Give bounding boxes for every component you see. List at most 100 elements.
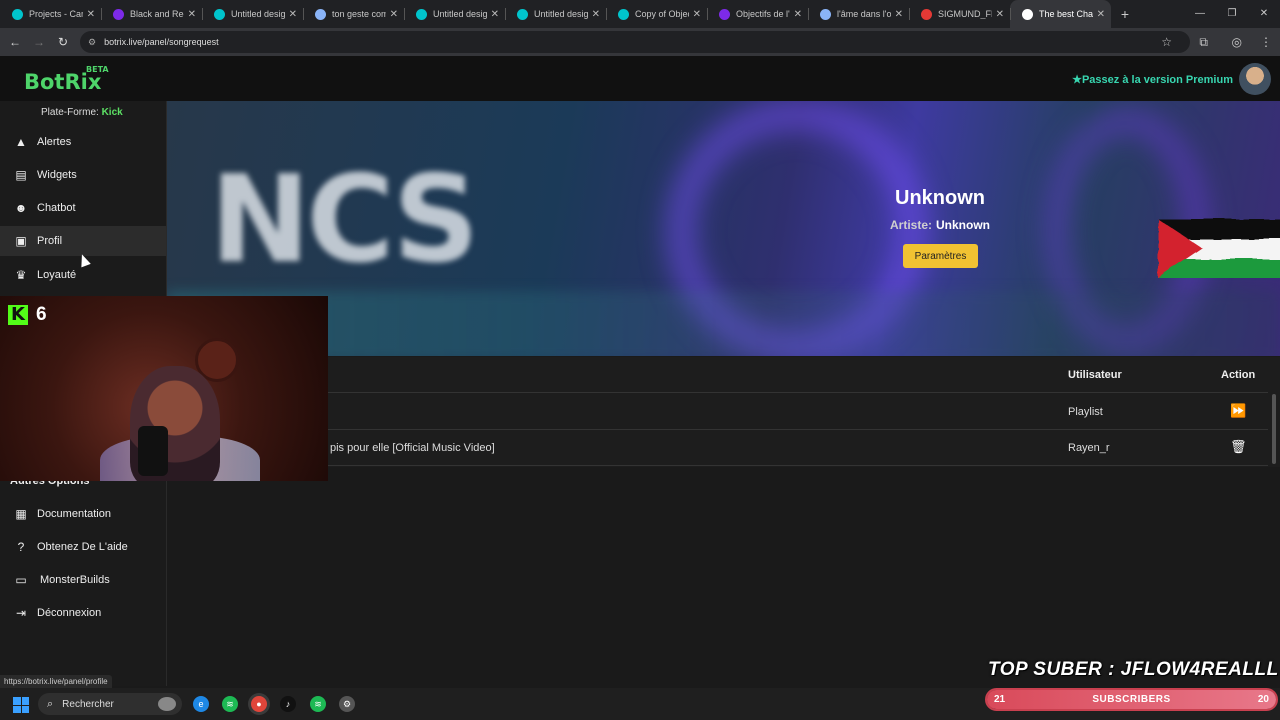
botrix-logo[interactable]: BotRix BETA xyxy=(24,65,109,94)
kick-logo-icon: K xyxy=(8,305,28,325)
platform-label: Plate-Forme: xyxy=(41,107,99,118)
sidebar-item-label: Documentation xyxy=(37,508,111,520)
reload-icon[interactable]: ↻ xyxy=(51,35,75,49)
tab-close-icon[interactable]: ✕ xyxy=(390,9,398,20)
tab-close-icon[interactable]: ✕ xyxy=(693,9,701,20)
browser-tab[interactable]: Projects - Canva ✕ xyxy=(0,0,101,28)
tab-close-icon[interactable]: ✕ xyxy=(794,9,802,20)
spotify-icon-2[interactable]: ≋ xyxy=(310,696,326,712)
tab-close-icon[interactable]: ✕ xyxy=(592,9,600,20)
tab-close-icon[interactable]: ✕ xyxy=(996,9,1004,20)
status-url: https://botrix.live/panel/profile xyxy=(0,675,112,688)
sidebar-item-label: MonsterBuilds xyxy=(40,574,110,586)
sidebar-item-chatbot[interactable]: ☻ Chatbot xyxy=(0,193,166,223)
tiktok-icon[interactable]: ♪ xyxy=(280,696,296,712)
top-subscriber-banner: TOP SUBER : JFLOW4REALLL xyxy=(988,659,1279,680)
song-queue-table: Utilisateur Action Playlist ⏩ pis pour e… xyxy=(167,357,1280,467)
premium-link[interactable]: ★Passez à la version Premium xyxy=(1072,73,1233,86)
browser-tab[interactable]: Untitled design ✕ xyxy=(505,0,606,28)
tab-close-icon[interactable]: ✕ xyxy=(1097,9,1105,20)
sidebar-item-help[interactable]: ? Obtenez De L'aide xyxy=(0,532,166,562)
skip-forward-icon[interactable]: ⏩ xyxy=(1230,403,1246,419)
settings-button[interactable]: Paramètres xyxy=(903,244,978,268)
close-window-icon[interactable]: ✕ xyxy=(1248,0,1280,28)
sidebar-item-label: Obtenez De L'aide xyxy=(37,541,128,553)
tab-close-icon[interactable]: ✕ xyxy=(87,9,95,20)
robot-icon: ☻ xyxy=(14,201,28,215)
back-icon[interactable]: ← xyxy=(3,35,27,49)
artist-value: Unknown xyxy=(936,218,990,232)
app-icon[interactable]: ⚙ xyxy=(339,696,355,712)
search-placeholder: Rechercher xyxy=(62,698,114,710)
url-text: botrix.live/panel/songrequest xyxy=(104,37,219,47)
chrome-icon[interactable]: ● xyxy=(251,696,267,712)
tab-label: Untitled design xyxy=(534,9,588,19)
address-bar: ← → ↻ ⚙ botrix.live/panel/songrequest ☆ … xyxy=(0,28,1280,56)
taskbar-search[interactable]: ⌕ Rechercher xyxy=(38,693,182,715)
id-card-icon: ▣ xyxy=(15,234,27,248)
browser-tab[interactable]: l'âme dans l'o ✕ xyxy=(808,0,909,28)
user-avatar[interactable] xyxy=(1239,63,1271,95)
browser-menu-icon[interactable]: ⋮ xyxy=(1260,35,1272,49)
browser-tab[interactable]: Black and Red ✕ xyxy=(101,0,202,28)
premium-label: Passez à la version Premium xyxy=(1081,74,1233,86)
tab-label: l'âme dans l'o xyxy=(837,9,891,19)
browser-tab-strip: Projects - Canva✕Black and Red✕Untitled … xyxy=(0,0,1280,28)
forward-icon[interactable]: → xyxy=(27,35,51,49)
sidebar-item-label: Loyauté xyxy=(37,269,77,281)
minimize-icon[interactable]: — xyxy=(1184,0,1216,28)
profile-icon[interactable]: ◎ xyxy=(1232,35,1242,49)
tab-label: ton geste com xyxy=(332,9,386,19)
book-icon: ▦ xyxy=(15,507,27,521)
browser-tab[interactable]: SIGMUND_FRE ✕ xyxy=(909,0,1010,28)
restore-icon[interactable]: ❐ xyxy=(1216,0,1248,28)
canva-icon xyxy=(517,8,528,20)
tab-close-icon[interactable]: ✕ xyxy=(491,9,499,20)
browser-tab[interactable]: Untitled design ✕ xyxy=(404,0,505,28)
sidebar-item-documentation[interactable]: ▦ Documentation xyxy=(0,499,166,529)
browser-tab[interactable]: Copy of Objec ✕ xyxy=(606,0,707,28)
now-playing-banner: NCS Unknown Artiste: Unknown Paramètres xyxy=(167,101,1280,356)
warning-icon: ▲ xyxy=(15,135,27,149)
url-field[interactable]: ⚙ botrix.live/panel/songrequest xyxy=(80,31,1190,53)
palestine-flag-image xyxy=(1156,217,1280,276)
spotify-icon[interactable]: ≋ xyxy=(222,696,238,712)
bookmark-star-icon[interactable]: ☆ xyxy=(1161,35,1172,49)
sidebar-item-logout[interactable]: ⇥ Déconnexion xyxy=(0,598,166,628)
tab-close-icon[interactable]: ✕ xyxy=(188,9,196,20)
column-header-user: Utilisateur xyxy=(1068,369,1122,381)
new-tab-button[interactable]: + xyxy=(1111,6,1139,22)
sidebar-item-profil[interactable]: ▣ Profil xyxy=(0,226,166,256)
sidebar-item-label: Déconnexion xyxy=(37,607,102,619)
tab-close-icon[interactable]: ✕ xyxy=(289,9,297,20)
browser-tab[interactable]: The best Chatb ✕ xyxy=(1010,0,1111,28)
row-user: Playlist xyxy=(1068,406,1103,418)
tab-label: Copy of Objec xyxy=(635,9,689,19)
browser-tab[interactable]: ton geste com ✕ xyxy=(303,0,404,28)
trash-icon[interactable]: 🗑 xyxy=(1230,439,1247,455)
table-row: pis pour elle [Official Music Video] Ray… xyxy=(167,430,1268,466)
extensions-icon[interactable]: ⧉ xyxy=(1199,35,1208,50)
windows-start-icon[interactable] xyxy=(13,697,29,713)
table-scrollbar[interactable] xyxy=(1272,394,1276,464)
edge-icon[interactable]: e xyxy=(193,696,209,712)
tab-label: Black and Red xyxy=(130,9,184,19)
browser-tab[interactable]: Untitled design ✕ xyxy=(202,0,303,28)
site-info-icon[interactable]: ⚙ xyxy=(88,37,96,48)
song-title: Unknown xyxy=(895,187,985,209)
sidebar-item-monsterbuilds[interactable]: ▭ MonsterBuilds xyxy=(0,565,166,595)
platform-indicator: Plate-Forme: Kick xyxy=(41,107,123,118)
search-highlight-icon xyxy=(158,697,176,711)
browser-tab[interactable]: Objectifs de l'e ✕ xyxy=(707,0,808,28)
webcam-overlay: K 6 xyxy=(0,296,328,481)
star-icon: ★ xyxy=(1072,74,1082,86)
sidebar-item-widgets[interactable]: ▤ Widgets xyxy=(0,160,166,190)
canva-icon xyxy=(416,8,427,20)
table-header: Utilisateur Action xyxy=(167,357,1268,393)
row-user: Rayen_r xyxy=(1068,442,1110,454)
song-artist: Artiste: Unknown xyxy=(827,218,1053,232)
page-icon xyxy=(820,8,831,20)
table-icon: ▤ xyxy=(15,168,27,182)
tab-close-icon[interactable]: ✕ xyxy=(895,9,903,20)
sidebar-item-alertes[interactable]: ▲ Alertes xyxy=(0,127,166,157)
